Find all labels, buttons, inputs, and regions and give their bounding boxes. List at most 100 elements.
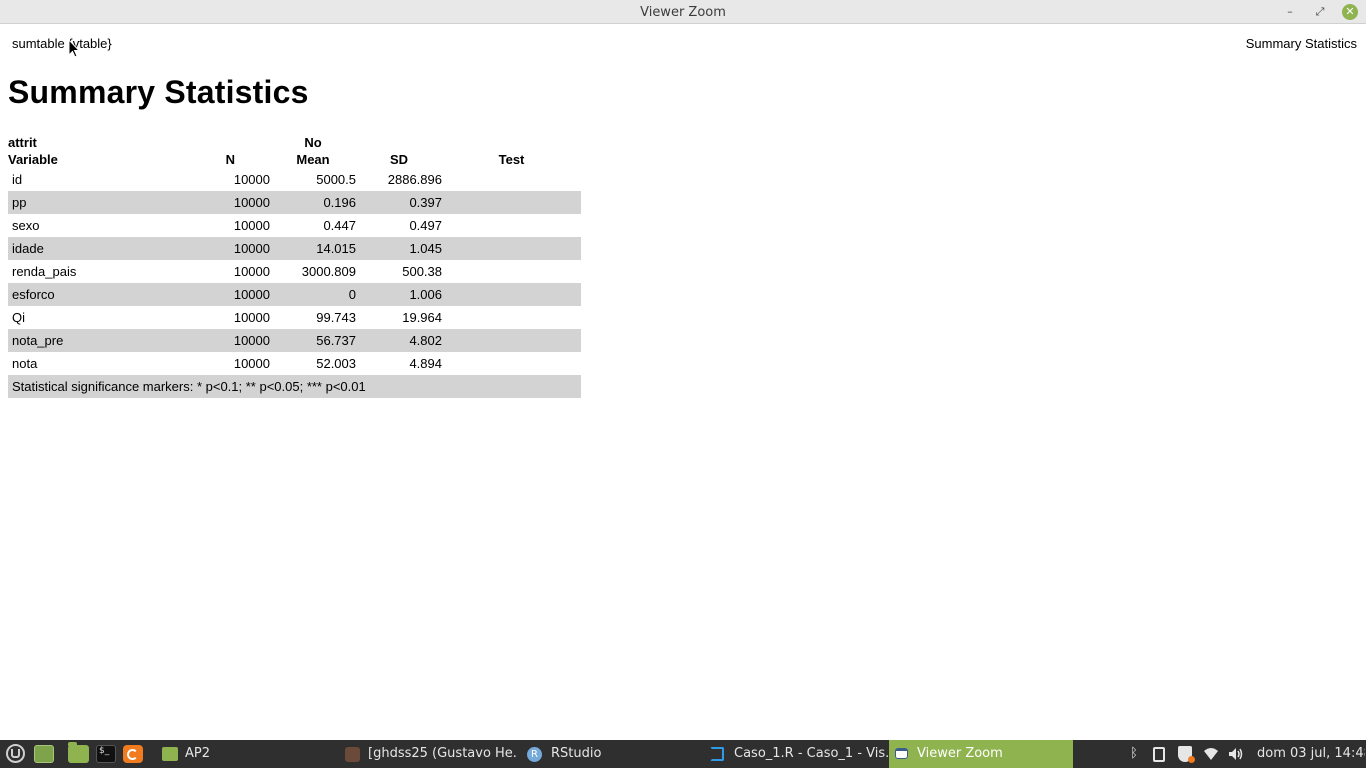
page-title: Summary Statistics [8, 74, 309, 110]
taskbar-item-ap2[interactable]: AP2 [160, 740, 330, 768]
cell-n: 10000 [208, 283, 270, 306]
taskbar: $_ AP2 [ghdss25 (Gustavo He... R RStudio… [0, 740, 1366, 768]
cell-variable: id [12, 172, 23, 187]
table-footnote-row: Statistical significance markers: * p<0.… [8, 375, 581, 398]
table-row: nota 10000 52.003 4.894 [8, 352, 581, 375]
cell-mean: 0.196 [270, 191, 356, 214]
cell-sd: 0.397 [356, 191, 442, 214]
taskbar-item-label: RStudio [551, 746, 602, 761]
cell-sd: 4.894 [409, 356, 442, 371]
table-row: esforco 10000 0 1.006 [8, 283, 581, 306]
table-row: id 10000 5000.5 2886.896 [8, 168, 581, 191]
cell-n: 10000 [208, 191, 270, 214]
table-row: Qi 10000 99.743 19.964 [8, 306, 581, 329]
wifi-icon[interactable] [1203, 746, 1219, 762]
cell-test [442, 214, 581, 237]
terminal-icon[interactable]: $_ [96, 745, 116, 763]
cell-sd: 1.045 [356, 237, 442, 260]
cell-sd: 1.006 [356, 283, 442, 306]
taskbar-item-label: Caso_1.R - Caso_1 - Vis... [734, 746, 888, 761]
cell-test [442, 306, 581, 329]
vscode-icon [710, 747, 724, 761]
files-icon[interactable] [68, 742, 89, 763]
column-header-n: N [225, 152, 235, 167]
cell-test [442, 352, 581, 375]
cell-sd: 500.38 [402, 264, 442, 279]
cell-n: 10000 [233, 310, 270, 325]
table-row: pp 10000 0.196 0.397 [8, 191, 581, 214]
bluetooth-icon[interactable]: ᛒ [1126, 746, 1142, 762]
cell-mean: 52.003 [316, 356, 356, 371]
menu-icon[interactable] [6, 744, 25, 763]
table-row: idade 10000 14.015 1.045 [8, 237, 581, 260]
cell-variable: nota [12, 356, 38, 371]
cell-test [442, 283, 581, 306]
viewer-page: sumtable {vtable} Summary Statistics Sum… [0, 24, 1366, 740]
window-icon [895, 748, 908, 759]
table-row: renda_pais 10000 3000.809 500.38 [8, 260, 581, 283]
page-header-right: Summary Statistics [1245, 36, 1357, 51]
cell-test [442, 329, 581, 352]
cell-variable: renda_pais [12, 264, 77, 279]
clipboard-icon[interactable] [1151, 746, 1167, 762]
cell-n: 10000 [233, 356, 270, 371]
cell-sd: 0.497 [409, 218, 442, 233]
cell-variable: nota_pre [8, 329, 208, 352]
cell-test [442, 168, 581, 191]
page-header-left: sumtable {vtable} [12, 36, 112, 51]
cell-mean: 5000.5 [316, 172, 356, 187]
cell-variable: esforco [8, 283, 208, 306]
cell-variable: sexo [12, 218, 40, 233]
taskbar-item-label: Viewer Zoom [917, 746, 1003, 761]
cell-sd: 4.802 [356, 329, 442, 352]
window-titlebar: Viewer Zoom – ⤢ ✕ [0, 0, 1366, 24]
cell-variable: idade [8, 237, 208, 260]
cell-sd: 2886.896 [387, 172, 442, 187]
taskbar-item-viewer-zoom[interactable]: Viewer Zoom [889, 740, 1073, 768]
clock[interactable]: dom 03 jul, 14:48 [1257, 740, 1365, 768]
group-value-label: No [304, 135, 322, 150]
cell-mean: 0.447 [323, 218, 356, 233]
taskbar-item-label: [ghdss25 (Gustavo He... [368, 746, 518, 761]
group-variable-label: attrit [8, 135, 37, 150]
cell-mean: 99.743 [316, 310, 356, 325]
cell-test [442, 191, 581, 214]
shield-icon[interactable] [1177, 746, 1195, 763]
cell-n: 10000 [208, 237, 270, 260]
column-header-test: Test [498, 152, 525, 167]
taskbar-item-firefox[interactable]: [ghdss25 (Gustavo He... [340, 740, 518, 768]
cell-mean: 0 [270, 283, 356, 306]
firefox-icon [345, 747, 360, 762]
folder-icon [162, 747, 178, 761]
cell-mean: 14.015 [270, 237, 356, 260]
cell-n: 10000 [208, 329, 270, 352]
cell-sd: 19.964 [402, 310, 442, 325]
firefox-icon[interactable] [123, 745, 143, 763]
cell-n: 10000 [233, 172, 270, 187]
cell-variable: Qi [12, 310, 25, 325]
table-row: sexo 10000 0.447 0.497 [8, 214, 581, 237]
window-title: Viewer Zoom [640, 5, 726, 20]
table-footnote: Statistical significance markers: * p<0.… [8, 375, 581, 398]
close-button[interactable]: ✕ [1342, 4, 1358, 20]
maximize-button[interactable]: ⤢ [1312, 4, 1328, 20]
volume-icon[interactable] [1228, 746, 1244, 762]
table-row: nota_pre 10000 56.737 4.802 [8, 329, 581, 352]
mouse-cursor-icon [68, 39, 80, 58]
column-header-variable: Variable [8, 152, 58, 167]
taskbar-item-vscode[interactable]: Caso_1.R - Caso_1 - Vis... [704, 740, 888, 768]
rstudio-icon: R [527, 747, 542, 762]
summary-table: attrit No Variable N Mean SD Test id 100… [8, 134, 581, 398]
cell-n: 10000 [233, 264, 270, 279]
cell-mean: 56.737 [270, 329, 356, 352]
taskbar-item-label: AP2 [185, 746, 211, 761]
minimize-button[interactable]: – [1282, 4, 1298, 20]
column-header-sd: SD [389, 152, 409, 167]
cell-test [442, 260, 581, 283]
cell-n: 10000 [233, 218, 270, 233]
show-desktop-icon[interactable] [34, 745, 54, 763]
cell-variable: pp [8, 191, 208, 214]
cell-mean: 3000.809 [301, 264, 356, 279]
taskbar-item-rstudio[interactable]: R RStudio [520, 740, 700, 768]
cell-test [442, 237, 581, 260]
